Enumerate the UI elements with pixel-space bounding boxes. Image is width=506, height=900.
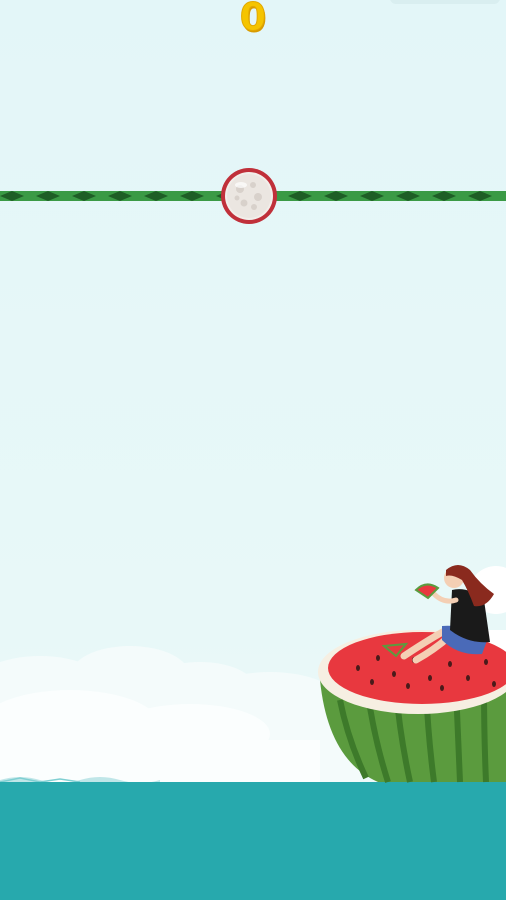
- lychee-ball-icon[interactable]: [220, 167, 278, 225]
- sea-water: [0, 782, 506, 900]
- girl-on-watermelon-icon: [318, 565, 506, 783]
- score-counter: 0: [239, 0, 267, 40]
- game-canvas[interactable]: 0: [0, 0, 506, 900]
